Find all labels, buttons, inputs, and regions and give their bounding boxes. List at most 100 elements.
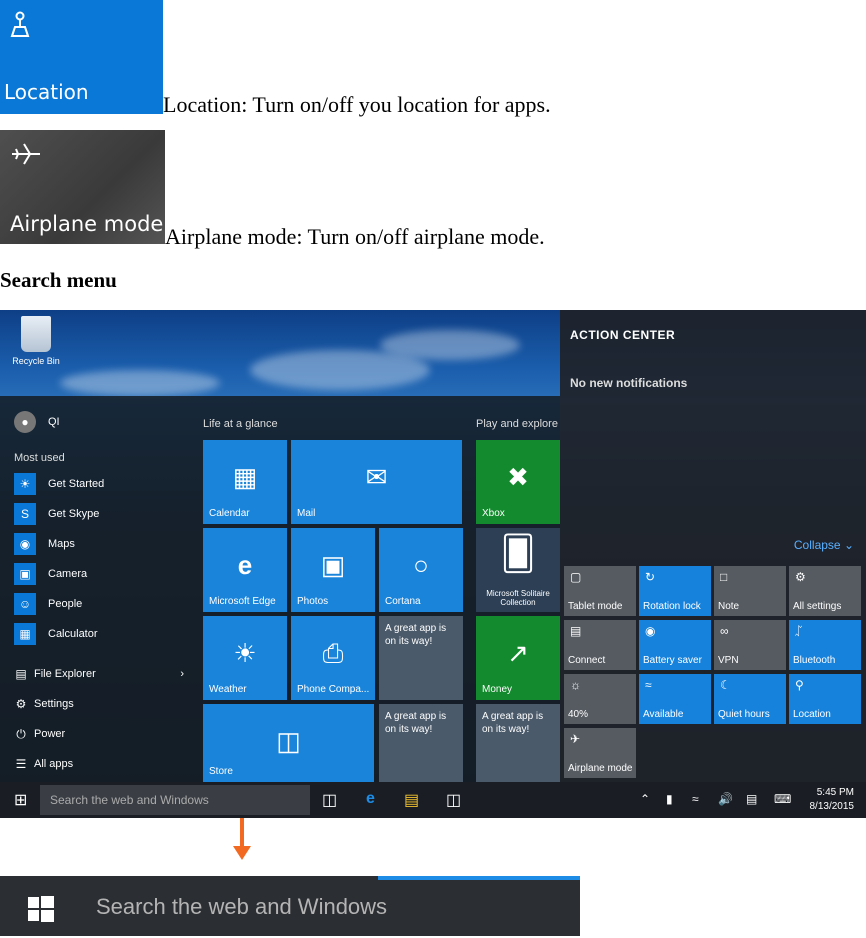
tile-solitaire[interactable]: 🂠 Microsoft Solitaire Collection	[476, 528, 560, 612]
xbox-icon: ✖	[507, 462, 529, 492]
recycle-bin[interactable]: Recycle Bin	[6, 316, 66, 380]
windows-logo-icon[interactable]	[28, 896, 54, 927]
edge-icon: e	[237, 550, 253, 580]
windows-start-icon[interactable]: ⊞	[14, 790, 27, 810]
tile-promo-3[interactable]: A great app is on its way!	[476, 704, 560, 782]
qa-rotation-lock[interactable]: ↻ Rotation lock	[639, 566, 711, 616]
search-input[interactable]: Search the web and Windows	[96, 894, 387, 920]
sun-icon: ☀	[233, 638, 257, 668]
recycle-bin-label: Recycle Bin	[12, 356, 60, 366]
tile-weather[interactable]: ☀ Weather	[203, 616, 287, 700]
connect-icon: ▤	[570, 624, 582, 638]
tile-photos[interactable]: ▣ Photos	[291, 528, 375, 612]
gear-icon: ⚙	[795, 570, 806, 584]
qa-quiet-hours[interactable]: ☾ Quiet hours	[714, 674, 786, 724]
qa-bluetooth[interactable]: ᛢ Bluetooth	[789, 620, 861, 670]
life-at-a-glance-heading: Life at a glance	[203, 418, 278, 430]
most-used-heading: Most used	[14, 452, 65, 464]
airplane-tile-label: Airplane mode	[10, 212, 164, 236]
airplane-icon	[10, 140, 42, 172]
qa-location[interactable]: ⚲ Location	[789, 674, 861, 724]
qa-brightness[interactable]: ☼ 40%	[564, 674, 636, 724]
tile-calendar[interactable]: ▦ Calendar	[203, 440, 287, 524]
store-icon: ◫	[276, 726, 301, 756]
desktop-screenshot: Recycle Bin ● QI Most used ☀ Get Started …	[0, 310, 866, 818]
calculator-icon: ▦	[14, 623, 36, 645]
battery-icon[interactable]: ▮	[666, 792, 673, 806]
mail-icon: ✉	[365, 462, 388, 492]
file-explorer-item[interactable]: ▤ File Explorer ›	[14, 662, 184, 686]
people-icon: ☺	[14, 593, 36, 615]
calculator-item[interactable]: ▦ Calculator	[14, 622, 98, 646]
maps-icon: ◉	[14, 533, 36, 555]
get-skype-item[interactable]: S Get Skype	[14, 502, 99, 526]
edge-icon[interactable]: e	[366, 790, 375, 808]
camera-icon: ▣	[14, 563, 36, 585]
camera-item[interactable]: ▣ Camera	[14, 562, 87, 586]
maps-item[interactable]: ◉ Maps	[14, 532, 75, 556]
qa-vpn[interactable]: ∞ VPN	[714, 620, 786, 670]
action-center-title: ACTION CENTER	[570, 328, 676, 342]
taskbar-clock[interactable]: 5:45 PM 8/13/2015	[810, 786, 855, 814]
store-icon[interactable]: ◫	[446, 790, 461, 810]
tile-phone-companion[interactable]: ⎙ Phone Compa...	[291, 616, 375, 700]
user-account[interactable]: ● QI	[14, 410, 60, 434]
power-icon: ⏻	[16, 726, 26, 741]
qa-connect[interactable]: ▤ Connect	[564, 620, 636, 670]
location-tile-thumbnail: Location	[0, 0, 163, 114]
people-item[interactable]: ☺ People	[14, 592, 82, 616]
search-bar-accent	[378, 876, 580, 880]
start-menu: ● QI Most used ☀ Get Started S Get Skype ◉…	[0, 396, 560, 782]
collapse-link[interactable]: Collapse ⌄	[794, 538, 854, 552]
wifi-icon: ≈	[645, 678, 652, 692]
photos-icon: ▣	[320, 550, 346, 580]
keyboard-icon[interactable]: ⌨	[774, 792, 791, 806]
volume-icon[interactable]: 🔊	[718, 792, 733, 806]
battery-saver-icon: ◉	[645, 624, 656, 638]
tile-promo-2[interactable]: A great app is on its way!	[379, 704, 463, 782]
qa-note[interactable]: □ Note	[714, 566, 786, 616]
qa-tablet-mode[interactable]: ▢ Tablet mode	[564, 566, 636, 616]
chart-icon: ↗	[507, 638, 529, 668]
notifications-icon[interactable]: ▤	[746, 792, 757, 806]
tile-cortana[interactable]: ○ Cortana	[379, 528, 463, 612]
calendar-icon: ▦	[232, 462, 258, 492]
location-description: Location: Turn on/off you location for a…	[163, 92, 551, 117]
file-explorer-icon[interactable]: ▤	[404, 790, 419, 810]
qa-wifi[interactable]: ≈ Available	[639, 674, 711, 724]
get-started-item[interactable]: ☀ Get Started	[14, 472, 104, 496]
qa-battery-saver[interactable]: ◉ Battery saver	[639, 620, 711, 670]
all-apps-item[interactable]: ☰ All apps	[14, 752, 74, 776]
cards-icon: 🂠	[500, 535, 536, 573]
wifi-icon[interactable]: ≈	[692, 792, 699, 806]
cortana-icon: ○	[413, 550, 429, 580]
lightbulb-icon: ☀	[14, 473, 36, 495]
tile-store[interactable]: ◫ Store	[203, 704, 374, 782]
settings-item[interactable]: ⚙ Settings	[14, 692, 74, 716]
user-avatar-icon: ●	[14, 411, 36, 433]
qa-airplane-mode[interactable]: ✈ Airplane mode	[564, 728, 636, 778]
section-heading: Search menu	[0, 268, 117, 292]
rotation-lock-icon: ↻	[645, 570, 656, 584]
power-item[interactable]: ⏻ Power	[14, 722, 65, 746]
folder-icon: ▤	[15, 667, 27, 681]
arrow-shaft	[240, 818, 244, 848]
tile-money[interactable]: ↗ Money	[476, 616, 560, 700]
qa-all-settings[interactable]: ⚙ All settings	[789, 566, 861, 616]
tile-edge[interactable]: e Microsoft Edge	[203, 528, 287, 612]
taskbar-search-box[interactable]: Search the web and Windows	[40, 785, 310, 815]
brightness-icon: ☼	[570, 678, 581, 692]
play-and-explore-heading: Play and explore	[476, 418, 558, 430]
airplane-tile-thumbnail: Airplane mode	[0, 130, 165, 244]
tablet-icon: ▢	[570, 570, 582, 584]
note-icon: □	[720, 570, 728, 584]
moon-icon: ☾	[720, 678, 731, 692]
airplane-description: Airplane mode: Turn on/off airplane mode…	[165, 224, 545, 249]
tile-mail[interactable]: ✉ Mail	[291, 440, 462, 524]
task-view-icon[interactable]: ◫	[322, 790, 337, 810]
chevron-right-icon: ›	[180, 668, 184, 680]
tile-promo-1[interactable]: A great app is on its way!	[379, 616, 463, 700]
action-center: ACTION CENTER No new notifications Colla…	[560, 310, 866, 782]
tile-xbox[interactable]: ✖ Xbox	[476, 440, 560, 524]
chevron-up-icon[interactable]: ⌃	[640, 792, 650, 806]
